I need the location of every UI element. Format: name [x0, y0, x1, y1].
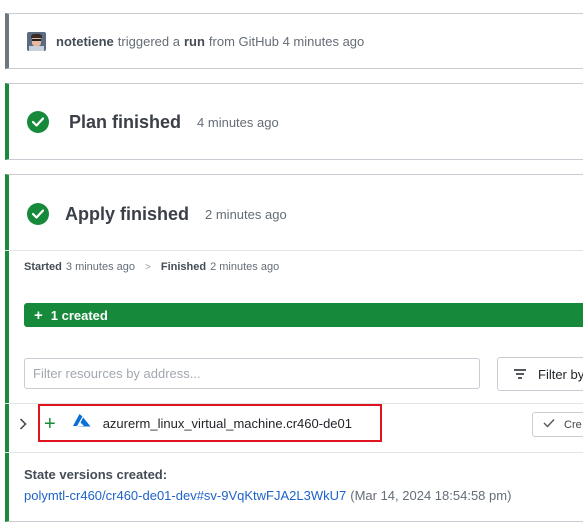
- apply-header[interactable]: Apply finished 2 minutes ago: [27, 203, 287, 225]
- avatar[interactable]: [27, 32, 46, 51]
- resource-row[interactable]: + azurerm_linux_virtual_machine.cr460-de…: [44, 412, 352, 435]
- state-versions-heading: State versions created:: [24, 467, 167, 482]
- trigger-source-time: from GitHub 4 minutes ago: [208, 34, 365, 49]
- check-circle-icon: [27, 203, 49, 225]
- resource-action-button[interactable]: Cre: [532, 412, 583, 437]
- state-versions-label: State versions created:: [24, 467, 168, 482]
- chevron-right-icon: >: [145, 261, 151, 273]
- plan-time: 4 minutes ago: [197, 114, 279, 130]
- trigger-row: notetiene triggered a run from GitHub 4 …: [27, 32, 364, 51]
- state-version-date: (Mar 14, 2024 18:54:58 pm): [350, 488, 512, 503]
- trigger-text: triggered a: [117, 34, 180, 49]
- run-link[interactable]: run: [184, 34, 205, 49]
- chevron-right-icon[interactable]: [19, 417, 27, 435]
- apply-title: Apply finished: [65, 203, 190, 224]
- state-version-link[interactable]: polymtl-cr460/cr460-de01-dev#sv-9VqKtwFJ…: [24, 488, 346, 503]
- plus-icon: +: [34, 306, 43, 324]
- created-count: 1 created: [50, 307, 108, 323]
- check-circle-icon: [27, 111, 49, 133]
- started-time: 3 minutes ago: [65, 261, 136, 273]
- filter-resources-input[interactable]: [24, 358, 480, 389]
- plus-icon: +: [44, 412, 56, 435]
- state-version-entry: polymtl-cr460/cr460-de01-dev#sv-9VqKtwFJ…: [24, 488, 511, 503]
- trigger-card: notetiene triggered a run from GitHub 4 …: [5, 13, 583, 69]
- azure-icon: [72, 414, 91, 433]
- plan-header[interactable]: Plan finished 4 minutes ago: [27, 111, 279, 133]
- plan-card: Plan finished 4 minutes ago: [5, 83, 583, 160]
- check-icon: [543, 418, 555, 431]
- divider: [5, 250, 583, 251]
- filter-button[interactable]: Filter by: [497, 357, 583, 391]
- started-label: Started: [24, 261, 62, 273]
- resource-address: azurerm_linux_virtual_machine.cr460-de01: [102, 416, 352, 431]
- trigger-user[interactable]: notetiene: [56, 34, 114, 49]
- resource-action-label: Cre: [564, 418, 582, 431]
- filter-icon: [514, 367, 526, 382]
- divider: [5, 452, 583, 453]
- finished-time: 2 minutes ago: [210, 261, 280, 273]
- apply-timeline: Started 3 minutes ago > Finished 2 minut…: [24, 261, 279, 273]
- filter-button-label: Filter by: [538, 366, 583, 382]
- finished-label: Finished: [160, 261, 207, 273]
- created-banner[interactable]: + 1 created: [24, 303, 583, 327]
- plan-title: Plan finished: [69, 111, 182, 132]
- apply-time: 2 minutes ago: [205, 206, 287, 222]
